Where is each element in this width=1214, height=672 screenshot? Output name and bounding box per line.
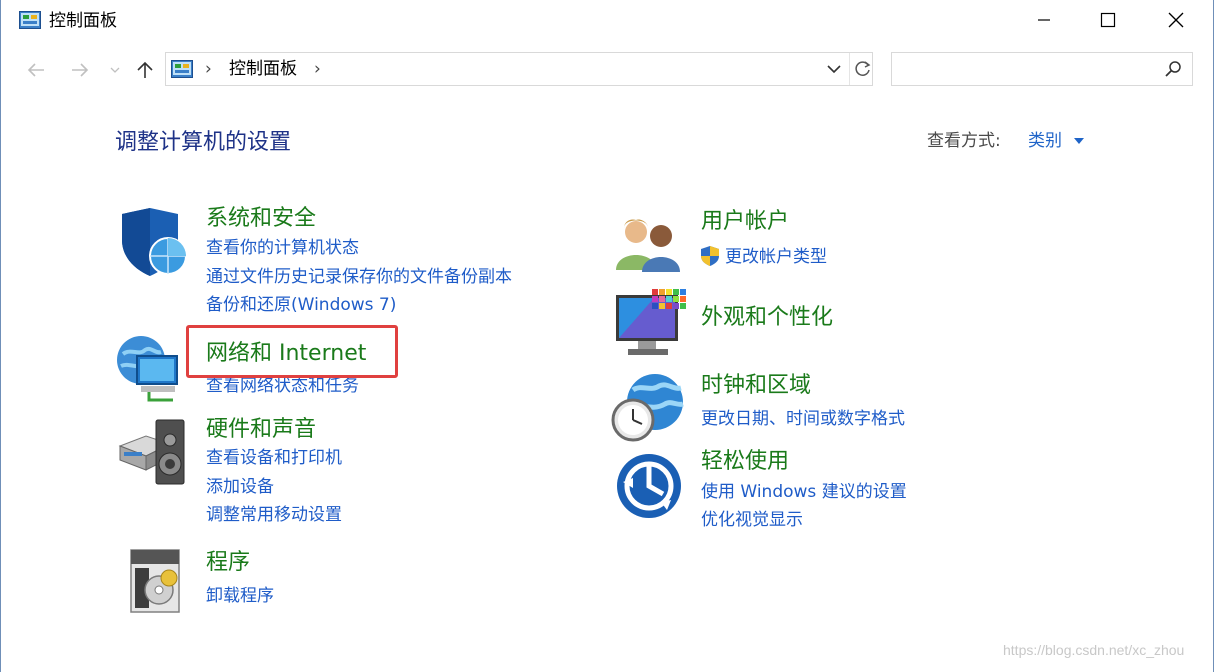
link-view-computer-status[interactable]: 查看你的计算机状态 — [206, 237, 359, 259]
address-divider — [849, 53, 850, 85]
back-button[interactable] — [23, 56, 49, 84]
network-globe-icon[interactable] — [115, 334, 187, 406]
users-icon[interactable] — [614, 214, 684, 274]
maximize-icon — [1100, 12, 1116, 28]
back-arrow-icon — [27, 63, 44, 77]
control-panel-window: 控制面板 › 控制面板 › 调整计算机的设置 查看方式: 类别 系统和安全 查看… — [0, 0, 1214, 672]
close-button[interactable] — [1142, 0, 1210, 40]
page-title: 调整计算机的设置 — [115, 130, 292, 155]
link-add-device[interactable]: 添加设备 — [206, 476, 274, 498]
minimize-icon — [1038, 19, 1050, 21]
recent-locations-button[interactable] — [107, 56, 123, 84]
search-icon[interactable] — [1164, 60, 1182, 78]
maximize-button[interactable] — [1074, 0, 1142, 40]
link-backup-restore[interactable]: 备份和还原(Windows 7) — [206, 294, 396, 316]
clock-globe-icon[interactable] — [611, 372, 685, 444]
search-input[interactable] — [891, 52, 1193, 86]
monitor-palette-icon[interactable] — [614, 289, 686, 359]
link-change-account-type[interactable]: 更改帐户类型 — [725, 246, 827, 268]
address-history-dropdown-icon[interactable] — [826, 61, 842, 77]
breadcrumb-separator-end[interactable]: › — [314, 59, 321, 79]
link-devices-printers[interactable]: 查看设备和打印机 — [206, 447, 342, 469]
category-clock-region[interactable]: 时钟和区域 — [701, 372, 811, 400]
forward-arrow-icon — [72, 63, 89, 77]
link-uninstall-program[interactable]: 卸载程序 — [206, 585, 274, 607]
up-button[interactable] — [133, 56, 157, 84]
highlight-annotation-box — [186, 325, 398, 378]
address-bar[interactable]: › 控制面板 › — [165, 52, 873, 86]
link-file-history-backup[interactable]: 通过文件历史记录保存你的文件备份副本 — [206, 266, 512, 288]
ease-of-access-icon[interactable] — [615, 452, 683, 520]
category-user-accounts[interactable]: 用户帐户 — [701, 208, 789, 236]
view-by-label: 查看方式: — [927, 131, 1001, 151]
program-disc-icon[interactable] — [125, 546, 185, 616]
category-programs[interactable]: 程序 — [206, 549, 250, 577]
shield-globe-icon[interactable] — [116, 206, 188, 278]
view-by-dropdown[interactable]: 类别 — [1028, 129, 1062, 153]
chevron-down-icon — [110, 67, 120, 73]
link-optimize-visual-display[interactable]: 优化视觉显示 — [701, 509, 803, 531]
category-appearance-personalization[interactable]: 外观和个性化 — [701, 304, 833, 332]
watermark-text: https://blog.csdn.net/xc_zhou — [1003, 642, 1185, 658]
control-panel-location-icon — [171, 60, 193, 78]
navigation-bar: › 控制面板 › — [1, 42, 1213, 98]
link-change-date-time-format[interactable]: 更改日期、时间或数字格式 — [701, 408, 905, 430]
category-system-security[interactable]: 系统和安全 — [206, 205, 316, 233]
control-panel-app-icon — [19, 11, 41, 29]
printer-speaker-icon[interactable] — [116, 416, 188, 492]
category-hardware-sound[interactable]: 硬件和声音 — [206, 416, 316, 444]
link-mobility-settings[interactable]: 调整常用移动设置 — [206, 504, 342, 526]
refresh-icon[interactable] — [854, 60, 872, 78]
link-network-status-tasks[interactable]: 查看网络状态和任务 — [206, 375, 359, 397]
link-windows-recommended-settings[interactable]: 使用 Windows 建议的设置 — [701, 481, 907, 503]
uac-shield-icon — [701, 246, 719, 266]
up-arrow-icon — [137, 61, 153, 78]
window-title: 控制面板 — [49, 11, 117, 31]
close-icon — [1168, 12, 1184, 28]
minimize-button[interactable] — [1010, 0, 1078, 40]
breadcrumb-separator[interactable]: › — [205, 59, 212, 79]
view-by-dropdown-arrow-icon[interactable] — [1073, 137, 1085, 145]
category-ease-of-access[interactable]: 轻松使用 — [701, 448, 789, 476]
forward-button[interactable] — [67, 56, 93, 84]
title-bar: 控制面板 — [1, 0, 1213, 42]
breadcrumb-control-panel[interactable]: 控制面板 — [229, 58, 297, 80]
